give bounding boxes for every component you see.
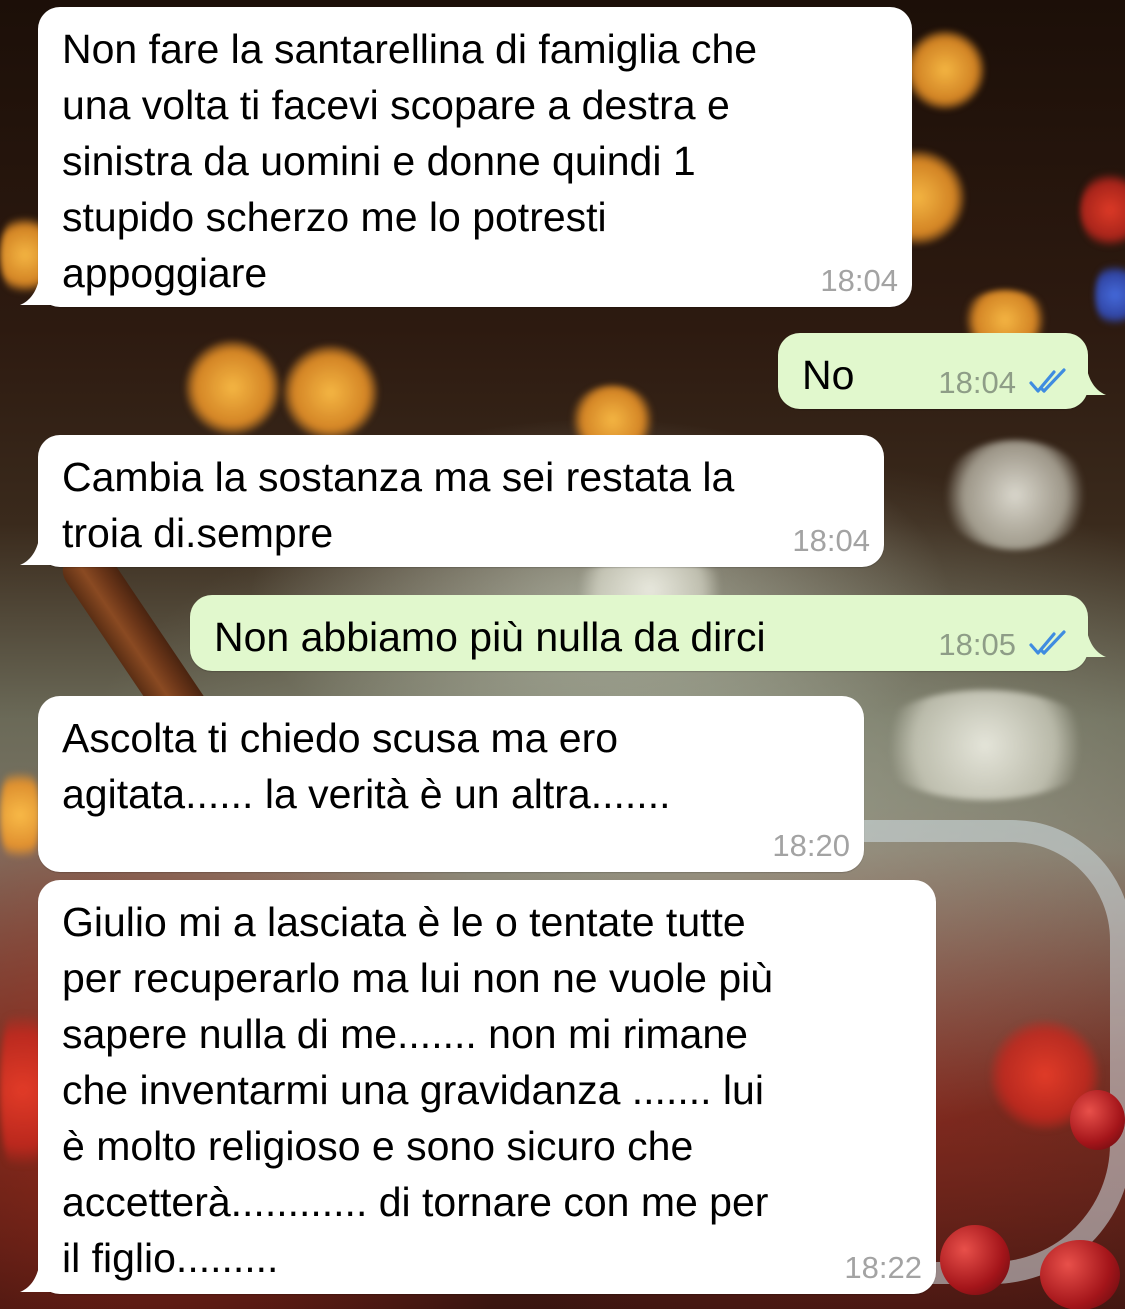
outgoing-message-bubble[interactable]: Non abbiamo più nulla da dirci 18:05: [190, 595, 1106, 671]
message-time: 18:05: [938, 627, 1016, 662]
message-text: Cambia la sostanza ma sei restata la tro…: [62, 454, 735, 556]
incoming-message-bubble[interactable]: Cambia la sostanza ma sei restata la tro…: [20, 435, 884, 567]
outgoing-message-bubble[interactable]: No 18:04: [778, 333, 1106, 409]
incoming-message-bubble[interactable]: Non fare la santarellina di famiglia che…: [20, 7, 912, 307]
message-text: Ascolta ti chiedo scusa ma ero agitata..…: [62, 715, 671, 817]
bubble-tail: [1074, 361, 1106, 395]
message-time: 18:04: [792, 523, 870, 558]
incoming-message-bubble[interactable]: Giulio mi a lasciata è le o tentate tutt…: [20, 880, 936, 1294]
bubble-tail: [20, 531, 52, 565]
bubble-tail: [1074, 623, 1106, 657]
double-check-icon: [1029, 368, 1066, 393]
bubble-tail: [20, 1258, 52, 1292]
message-time: 18:04: [938, 365, 1016, 400]
double-check-icon: [1029, 630, 1066, 655]
message-text: Non abbiamo più nulla da dirci: [214, 614, 766, 660]
message-time: 18:22: [844, 1250, 922, 1285]
message-text: Giulio mi a lasciata è le o tentate tutt…: [62, 899, 774, 1281]
incoming-message-bubble[interactable]: Ascolta ti chiedo scusa ma ero agitata..…: [38, 696, 864, 872]
bubble-tail: [20, 271, 52, 305]
message-text: No: [802, 352, 855, 398]
message-time: 18:20: [772, 828, 850, 863]
message-text: Non fare la santarellina di famiglia che…: [62, 26, 758, 296]
message-list[interactable]: Non fare la santarellina di famiglia che…: [0, 0, 1125, 1309]
message-time: 18:04: [820, 263, 898, 298]
